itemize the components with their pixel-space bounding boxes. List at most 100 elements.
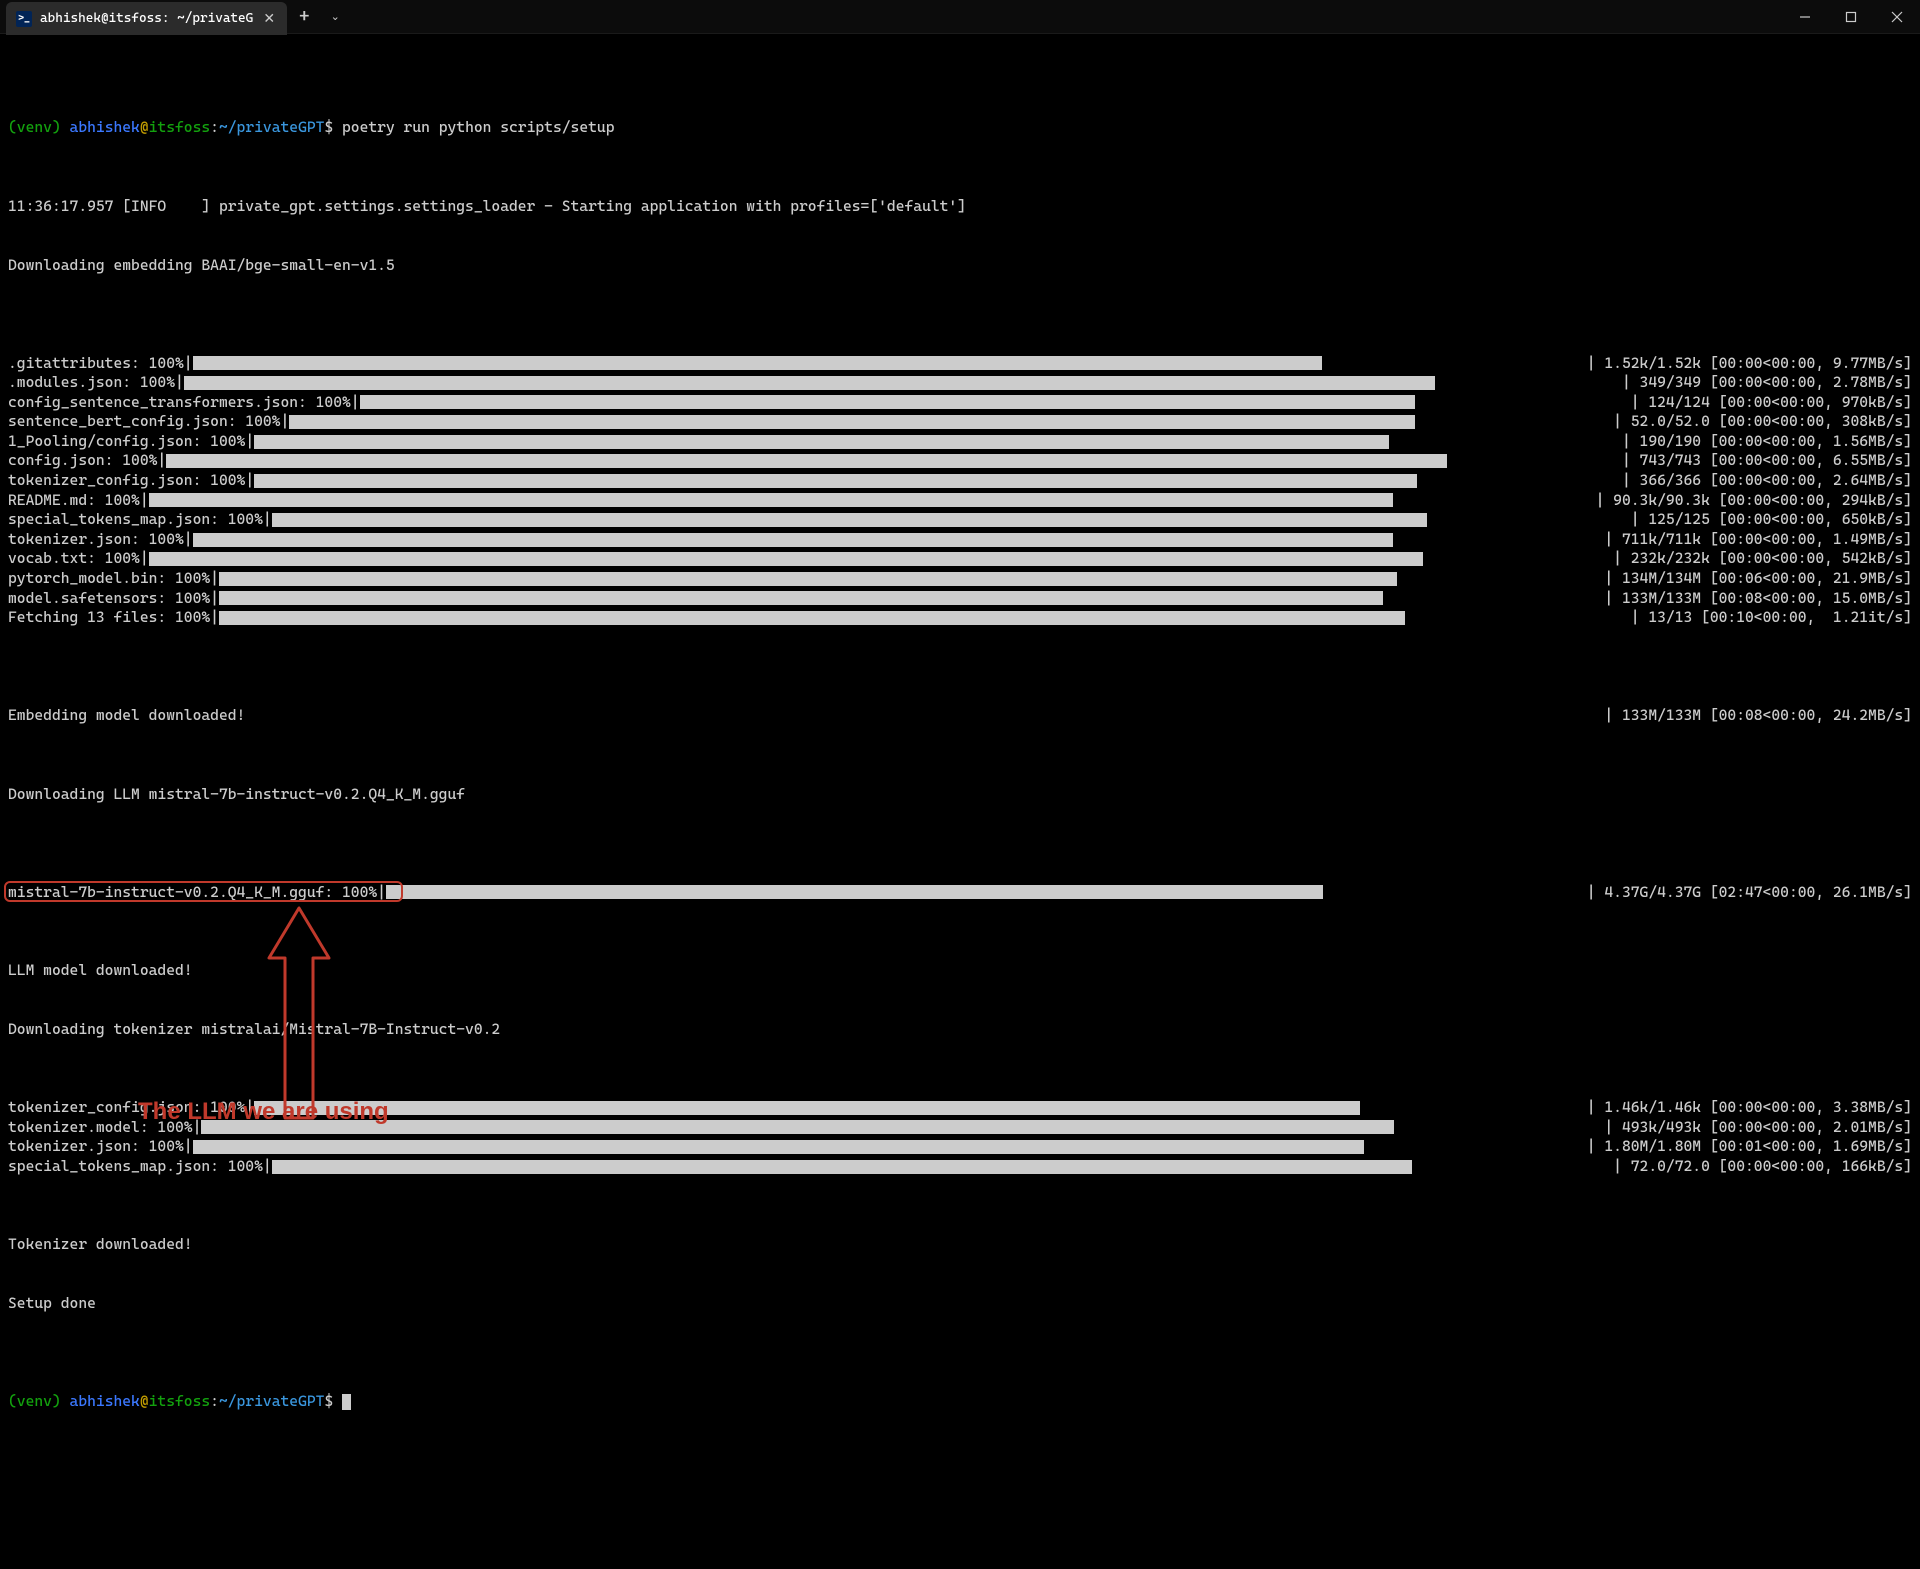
progress-label: Embedding model downloaded! bbox=[8, 706, 245, 726]
progress-label: .gitattributes: 100% bbox=[8, 354, 184, 374]
progress-bar bbox=[219, 572, 1397, 586]
prompt-user: abhishek bbox=[70, 118, 140, 136]
progress-bar bbox=[254, 474, 1417, 488]
powershell-icon: >_ bbox=[16, 11, 32, 27]
progress-row: special_tokens_map.json: 100%|| 72.0/72.… bbox=[8, 1157, 1912, 1177]
progress-label: model.safetensors: 100% bbox=[8, 589, 210, 609]
progress-stats: | 349/349 [00:00<00:00, 2.78MB/s] bbox=[1622, 373, 1912, 393]
progress-row: config.json: 100%|| 743/743 [00:00<00:00… bbox=[8, 451, 1912, 471]
progress-bar bbox=[289, 415, 1414, 429]
prompt-path: ~/privateGPT bbox=[219, 1392, 324, 1410]
progress-row: vocab.txt: 100%|| 232k/232k [00:00<00:00… bbox=[8, 549, 1912, 569]
progress-stats: | 190/190 [00:00<00:00, 1.56MB/s] bbox=[1622, 432, 1912, 452]
prompt-line: (venv) abhishek@itsfoss:~/privateGPT$ po… bbox=[8, 118, 1912, 138]
progress-row: model.safetensors: 100%|| 133M/133M [00:… bbox=[8, 589, 1912, 609]
window-controls bbox=[1782, 0, 1920, 33]
progress-label: special_tokens_map.json: 100% bbox=[8, 510, 263, 530]
output-line: Tokenizer downloaded! bbox=[8, 1235, 1912, 1255]
terminal-tab[interactable]: >_ abhishek@itsfoss: ~/privateG ✕ bbox=[6, 2, 287, 35]
command-text: poetry run python scripts/setup bbox=[342, 118, 614, 136]
prompt-line: (venv) abhishek@itsfoss:~/privateGPT$ bbox=[8, 1392, 1912, 1412]
progress-bar bbox=[193, 533, 1393, 547]
progress-stats: | 1.46k/1.46k [00:00<00:00, 3.38MB/s] bbox=[1587, 1098, 1912, 1118]
progress-row: pytorch_model.bin: 100%|| 134M/134M [00:… bbox=[8, 569, 1912, 589]
progress-row: Fetching 13 files: 100%|| 13/13 [00:10<0… bbox=[8, 608, 1912, 628]
progress-bar bbox=[386, 885, 1323, 899]
close-window-button[interactable] bbox=[1874, 0, 1920, 33]
progress-row: tokenizer.json: 100%|| 1.80M/1.80M [00:0… bbox=[8, 1137, 1912, 1157]
prompt-colon: : bbox=[210, 1392, 219, 1410]
progress-bar bbox=[193, 356, 1322, 370]
tab-title: abhishek@itsfoss: ~/privateG bbox=[40, 11, 253, 26]
cursor bbox=[342, 1394, 351, 1410]
minimize-button[interactable] bbox=[1782, 0, 1828, 33]
prompt-host: itsfoss bbox=[149, 1392, 211, 1410]
progress-label: special_tokens_map.json: 100% bbox=[8, 1157, 263, 1177]
progress-label: tokenizer_config.json: 100% bbox=[8, 471, 245, 491]
progress-stats: | 743/743 [00:00<00:00, 6.55MB/s] bbox=[1622, 451, 1912, 471]
progress-label: 1_Pooling/config.json: 100% bbox=[8, 432, 245, 452]
progress-row: .modules.json: 100%|| 349/349 [00:00<00:… bbox=[8, 373, 1912, 393]
progress-row: config_sentence_transformers.json: 100% |… bbox=[8, 393, 1912, 413]
progress-bar bbox=[149, 552, 1423, 566]
output-line: Downloading LLM mistral-7b-instruct-v0.2… bbox=[8, 785, 1912, 805]
annotation-arrow bbox=[259, 898, 339, 1128]
tab-dropdown-button[interactable]: ⌄ bbox=[321, 0, 349, 33]
progress-bar bbox=[219, 611, 1405, 625]
progress-bar bbox=[201, 1120, 1394, 1134]
progress-row: special_tokens_map.json: 100%|| 125/125 … bbox=[8, 510, 1912, 530]
progress-row-llm: mistral-7b-instruct-v0.2.Q4_K_M.gguf: 10… bbox=[8, 883, 1912, 903]
prompt-dollar: $ bbox=[324, 118, 342, 136]
new-tab-button[interactable]: + bbox=[287, 0, 321, 33]
progress-bar bbox=[219, 591, 1383, 605]
maximize-button[interactable] bbox=[1828, 0, 1874, 33]
progress-label: Fetching 13 files: 100% bbox=[8, 608, 210, 628]
output-line: Downloading embedding BAAI/bge-small-en-… bbox=[8, 256, 1912, 276]
progress-bar bbox=[166, 454, 1447, 468]
progress-stats: | 72.0/72.0 [00:00<00:00, 166kB/s] bbox=[1613, 1157, 1912, 1177]
progress-bar bbox=[272, 1160, 1412, 1174]
output-line: Downloading tokenizer mistralai/Mistral-… bbox=[8, 1020, 1912, 1040]
titlebar-drag-area[interactable] bbox=[349, 0, 1782, 33]
output-line: Embedding model downloaded! | 133M/133M … bbox=[8, 706, 1912, 726]
progress-row: tokenizer_config.json: 100%|| 366/366 [0… bbox=[8, 471, 1912, 491]
progress-bar bbox=[254, 1101, 1360, 1115]
progress-label: .modules.json: 100% bbox=[8, 373, 175, 393]
progress-stats: | 124/124 [00:00<00:00, 970kB/s] bbox=[1631, 393, 1912, 413]
progress-row: .gitattributes: 100%|| 1.52k/1.52k [00:0… bbox=[8, 354, 1912, 374]
progress-stats: | 1.52k/1.52k [00:00<00:00, 9.77MB/s] bbox=[1587, 354, 1912, 374]
prompt-user: abhishek bbox=[70, 1392, 140, 1410]
progress-stats: | 711k/711k [00:00<00:00, 1.49MB/s] bbox=[1604, 530, 1912, 550]
tab-close-button[interactable]: ✕ bbox=[261, 11, 277, 27]
progress-stats: | 133M/133M [00:08<00:00, 24.2MB/s] bbox=[1604, 706, 1912, 726]
progress-stats: | 366/366 [00:00<00:00, 2.64MB/s] bbox=[1622, 471, 1912, 491]
progress-stats: | 90.3k/90.3k [00:00<00:00, 294kB/s] bbox=[1596, 491, 1912, 511]
output-line: 11:36:17.957 [INFO ] private_gpt.setting… bbox=[8, 197, 1912, 217]
progress-label: tokenizer.json: 100% bbox=[8, 1137, 184, 1157]
progress-label: pytorch_model.bin: 100% bbox=[8, 569, 210, 589]
progress-bar bbox=[184, 376, 1435, 390]
progress-label: config_sentence_transformers.json: 100% bbox=[8, 393, 351, 413]
output-line: Setup done bbox=[8, 1294, 1912, 1314]
prompt-colon: : bbox=[210, 118, 219, 136]
progress-stats: | 1.80M/1.80M [00:01<00:00, 1.69MB/s] bbox=[1587, 1137, 1912, 1157]
progress-label: vocab.txt: 100% bbox=[8, 549, 140, 569]
prompt-host: itsfoss bbox=[149, 118, 211, 136]
progress-bar bbox=[254, 435, 1389, 449]
prompt-path: ~/privateGPT bbox=[219, 118, 324, 136]
progress-bar bbox=[193, 1140, 1364, 1154]
terminal-viewport[interactable]: (venv) abhishek@itsfoss:~/privateGPT$ po… bbox=[0, 34, 1920, 1569]
progress-bar bbox=[272, 513, 1427, 527]
progress-bar bbox=[360, 395, 1415, 409]
venv-indicator: (venv) bbox=[8, 1392, 70, 1410]
progress-row: README.md: 100%|| 90.3k/90.3k [00:00<00:… bbox=[8, 491, 1912, 511]
prompt-dollar: $ bbox=[324, 1392, 342, 1410]
prompt-at: @ bbox=[140, 118, 149, 136]
progress-stats: | 493k/493k [00:00<00:00, 2.01MB/s] bbox=[1604, 1118, 1912, 1138]
progress-stats: | 232k/232k [00:00<00:00, 542kB/s] bbox=[1613, 549, 1912, 569]
venv-indicator: (venv) bbox=[8, 118, 70, 136]
progress-bar bbox=[149, 493, 1393, 507]
progress-stats: | 13/13 [00:10<00:00, 1.21it/s] bbox=[1631, 608, 1912, 628]
progress-stats: | 4.37G/4.37G [02:47<00:00, 26.1MB/s] bbox=[1587, 883, 1912, 903]
output-line: LLM model downloaded! bbox=[8, 961, 1912, 981]
